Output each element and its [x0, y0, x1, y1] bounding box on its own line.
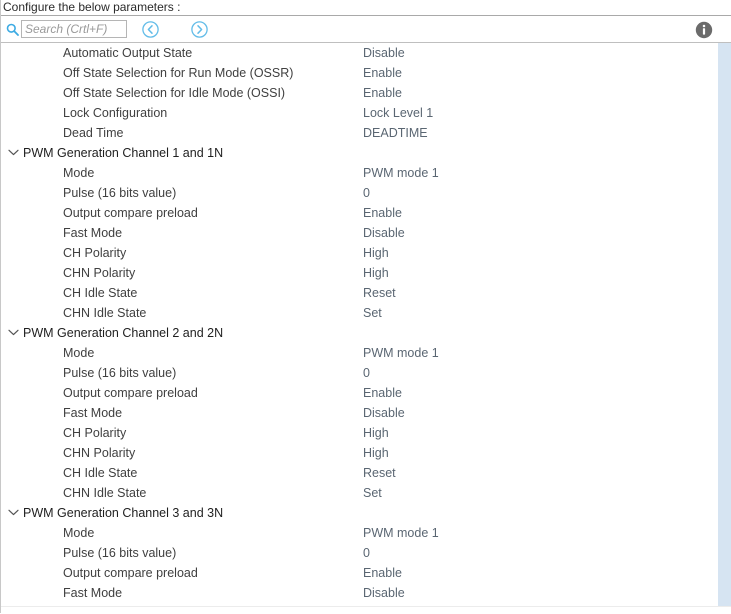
parameter-row[interactable]: Automatic Output State Disable: [1, 43, 711, 63]
parameter-row[interactable]: CH Polarity High: [1, 243, 711, 263]
parameter-row[interactable]: Dead Time DEADTIME: [1, 123, 711, 143]
parameter-value[interactable]: High: [363, 243, 389, 263]
parameter-group-label: PWM Generation Channel 2 and 2N: [23, 326, 224, 340]
parameter-label: Automatic Output State: [63, 46, 193, 60]
vertical-scrollbar-track[interactable]: [718, 43, 731, 606]
parameter-value[interactable]: Reset: [363, 283, 396, 303]
parameter-label: CH Polarity: [63, 426, 127, 440]
parameter-row[interactable]: CHN Polarity High: [1, 263, 711, 283]
parameter-configuration-panel: Configure the below parameters : Search …: [0, 0, 731, 614]
parameter-row[interactable]: Fast Mode Disable: [1, 583, 711, 603]
parameter-label: CHN Polarity: [63, 266, 136, 280]
parameter-row[interactable]: Lock Configuration Lock Level 1: [1, 103, 711, 123]
parameter-value[interactable]: Set: [363, 483, 382, 503]
parameter-label: CH Idle State: [63, 286, 138, 300]
parameter-label: CH Polarity: [63, 246, 127, 260]
parameter-value[interactable]: Disable: [363, 583, 405, 603]
parameter-label: Pulse (16 bits value): [63, 366, 177, 380]
parameter-row[interactable]: Mode PWM mode 1: [1, 343, 711, 363]
parameter-row[interactable]: Output compare preload Enable: [1, 203, 711, 223]
parameter-label: CH Idle State: [63, 466, 138, 480]
parameter-label: Output compare preload: [63, 206, 198, 220]
search-input[interactable]: [21, 20, 127, 38]
parameter-value[interactable]: Lock Level 1: [363, 103, 433, 123]
parameter-label: Fast Mode: [63, 586, 123, 600]
parameter-label: CHN Polarity: [63, 446, 136, 460]
parameter-label: Mode: [63, 166, 95, 180]
parameter-label: Dead Time: [63, 126, 124, 140]
parameter-value[interactable]: High: [363, 423, 389, 443]
parameter-row[interactable]: Pulse (16 bits value) 0: [1, 183, 711, 203]
parameter-group-label: PWM Generation Channel 1 and 1N: [23, 146, 224, 160]
parameter-row[interactable]: Output compare preload Enable: [1, 383, 711, 403]
parameter-value[interactable]: Enable: [363, 203, 402, 223]
parameter-value[interactable]: 0: [363, 183, 370, 203]
parameter-value[interactable]: Enable: [363, 63, 402, 83]
parameter-label: Mode: [63, 526, 95, 540]
parameter-label: Output compare preload: [63, 566, 198, 580]
parameter-value[interactable]: Reset: [363, 463, 396, 483]
parameter-label: Off State Selection for Idle Mode (OSSI): [63, 86, 286, 100]
parameter-value[interactable]: PWM mode 1: [363, 523, 439, 543]
parameter-label: Pulse (16 bits value): [63, 186, 177, 200]
info-icon[interactable]: [695, 21, 713, 39]
parameter-label: Fast Mode: [63, 406, 123, 420]
search-toolbar: [1, 16, 731, 43]
parameter-row[interactable]: Output compare preload Enable: [1, 563, 711, 583]
chevron-down-icon[interactable]: [8, 143, 20, 163]
parameter-row[interactable]: CHN Idle State Set: [1, 303, 711, 323]
chevron-down-icon[interactable]: [8, 503, 20, 523]
chevron-left-circle-icon[interactable]: [141, 20, 160, 39]
parameter-value[interactable]: DEADTIME: [363, 123, 428, 143]
parameter-value[interactable]: PWM mode 1: [363, 343, 439, 363]
parameter-row[interactable]: CH Idle State Reset: [1, 283, 711, 303]
parameter-row[interactable]: CHN Idle State Set: [1, 483, 711, 503]
parameter-value[interactable]: High: [363, 443, 389, 463]
parameter-value[interactable]: Disable: [363, 43, 405, 63]
parameter-label: Off State Selection for Run Mode (OSSR): [63, 66, 294, 80]
parameter-label: Output compare preload: [63, 386, 198, 400]
parameter-label: Mode: [63, 346, 95, 360]
parameter-value[interactable]: PWM mode 1: [363, 163, 439, 183]
page-title: Configure the below parameters :: [3, 0, 181, 14]
parameter-label: Lock Configuration: [63, 106, 168, 120]
parameter-row[interactable]: Pulse (16 bits value) 0: [1, 543, 711, 563]
parameter-group-row[interactable]: PWM Generation Channel 1 and 1N: [1, 143, 711, 163]
chevron-down-icon[interactable]: [8, 323, 20, 343]
parameter-label: Pulse (16 bits value): [63, 546, 177, 560]
chevron-right-circle-icon[interactable]: [190, 20, 209, 39]
parameter-row[interactable]: Mode PWM mode 1: [1, 163, 711, 183]
parameter-row[interactable]: Mode PWM mode 1: [1, 523, 711, 543]
parameter-group-label: PWM Generation Channel 3 and 3N: [23, 506, 224, 520]
parameter-label: Fast Mode: [63, 226, 123, 240]
parameter-row[interactable]: Fast Mode Disable: [1, 223, 711, 243]
parameter-row[interactable]: CHN Polarity High: [1, 443, 711, 463]
parameter-value[interactable]: Enable: [363, 83, 402, 103]
parameter-value[interactable]: Disable: [363, 223, 405, 243]
parameter-row[interactable]: Off State Selection for Run Mode (OSSR) E…: [1, 63, 711, 83]
parameter-label: CHN Idle State: [63, 486, 147, 500]
parameter-value[interactable]: Enable: [363, 563, 402, 583]
parameter-value[interactable]: High: [363, 263, 389, 283]
parameter-value[interactable]: Set: [363, 303, 382, 323]
parameter-row[interactable]: Off State Selection for Idle Mode (OSSI)…: [1, 83, 711, 103]
parameter-value[interactable]: 0: [363, 543, 370, 563]
search-icon: [6, 23, 19, 36]
parameter-row[interactable]: CH Idle State Reset: [1, 463, 711, 483]
parameter-group-row[interactable]: PWM Generation Channel 2 and 2N: [1, 323, 711, 343]
parameter-row[interactable]: Pulse (16 bits value) 0: [1, 363, 711, 383]
parameter-label: CHN Idle State: [63, 306, 147, 320]
panel-title-bar: Configure the below parameters :: [1, 0, 731, 16]
parameter-value[interactable]: Enable: [363, 383, 402, 403]
parameter-value[interactable]: Disable: [363, 403, 405, 423]
parameter-value[interactable]: 0: [363, 363, 370, 383]
parameter-group-row[interactable]: PWM Generation Channel 3 and 3N: [1, 503, 711, 523]
parameter-row[interactable]: CH Polarity High: [1, 423, 711, 443]
parameter-row[interactable]: Fast Mode Disable: [1, 403, 711, 423]
parameter-list[interactable]: Automatic Output State Disable Off State S…: [1, 43, 711, 613]
